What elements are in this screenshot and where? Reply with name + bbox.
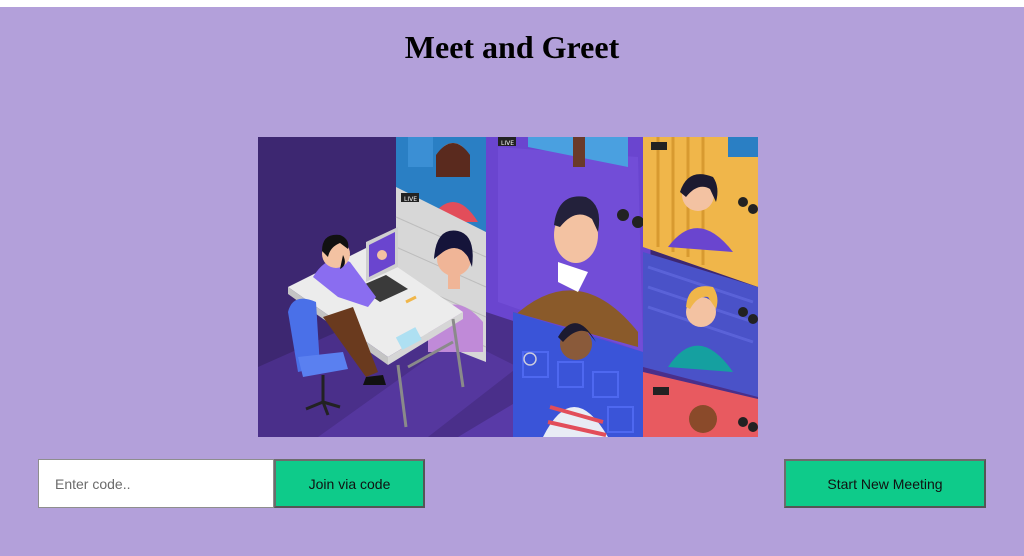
join-via-code-button[interactable]: Join via code	[274, 459, 425, 508]
video-conference-illustration: LIVE LIVE	[258, 137, 758, 437]
start-new-meeting-button[interactable]: Start New Meeting	[784, 459, 986, 508]
meeting-code-input[interactable]	[38, 459, 274, 508]
page-title: Meet and Greet	[404, 29, 620, 65]
top-border	[0, 0, 1024, 7]
svg-text:LIVE: LIVE	[501, 140, 514, 147]
svg-text:LIVE: LIVE	[404, 196, 417, 203]
